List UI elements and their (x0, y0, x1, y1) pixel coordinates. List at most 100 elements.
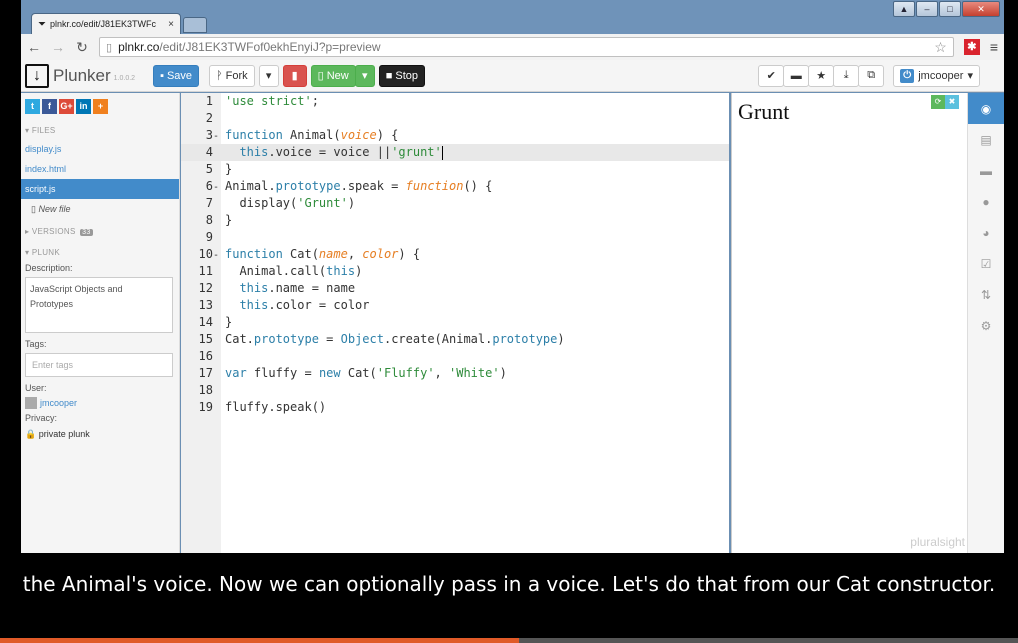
save-button[interactable]: ▪ Save (153, 64, 200, 87)
twitter-icon[interactable]: t (25, 99, 40, 114)
settings-gear-icon[interactable]: ⚙ (968, 310, 1004, 341)
plunker-logo[interactable]: ↓ Plunker 1.0.0.2 (25, 63, 135, 88)
user-profile-icon[interactable]: ▲ (893, 1, 915, 17)
preview-pane: Grunt ⟳ ✖ pluralsight (731, 93, 967, 553)
browser-menu-icon[interactable]: ≡ (990, 39, 998, 55)
code-line[interactable]: 14 } (181, 314, 729, 331)
code-line[interactable]: 15 Cat.prototype = Object.create(Animal.… (181, 331, 729, 348)
code-line[interactable]: 11 Animal.call(this) (181, 263, 729, 280)
avatar (25, 397, 37, 409)
checkbox-icon[interactable]: ☑ (968, 248, 1004, 279)
code-text: this.voice = voice ||'grunt' (239, 145, 443, 160)
fold-arrow-icon[interactable]: - (213, 247, 221, 264)
refresh-preview-icon[interactable]: ⟳ (931, 95, 945, 109)
code-line[interactable]: 13 this.color = color (181, 297, 729, 314)
code-line[interactable]: 3- function Animal(voice) { (181, 127, 729, 144)
description-textarea[interactable]: JavaScript Objects and Prototypes (25, 277, 173, 333)
toolbox-icon[interactable]: ▬ (968, 155, 1004, 186)
privacy-text: private plunk (38, 429, 90, 439)
facebook-icon[interactable]: f (42, 99, 57, 114)
tags-input[interactable]: Enter tags (25, 353, 173, 377)
check-icon[interactable]: ✔ (758, 64, 785, 87)
code-line[interactable]: 16 (181, 348, 729, 365)
new-dropdown-button[interactable]: ▾ (354, 64, 375, 87)
palette-icon[interactable]: ◕ (968, 217, 1004, 248)
linkedin-icon[interactable]: in (76, 99, 91, 114)
stop-button[interactable]: ■ Stop (378, 64, 426, 87)
power-icon: ⏻ (900, 68, 915, 83)
maximize-icon[interactable]: □ (939, 1, 961, 17)
plunker-favicon-icon: ⏷ (38, 18, 46, 30)
bookmark-star-icon[interactable]: ☆ (934, 39, 947, 56)
briefcase-icon[interactable]: ▬ (783, 64, 810, 87)
browser-window: ⏷ plnkr.co/edit/J81EK3TWFc × ▲ – □ ✕ ← →… (21, 0, 1004, 553)
versions-label: ▸ VERSIONS (25, 227, 76, 236)
tab-close-icon[interactable]: × (168, 19, 174, 30)
comments-icon[interactable]: ● (968, 186, 1004, 217)
code-line[interactable]: 2 (181, 110, 729, 127)
url-input[interactable]: ▯ plnkr.co /edit/J81EK3TWFof0ekhEnyiJ?p=… (99, 37, 954, 57)
add-share-icon[interactable]: + (93, 99, 108, 114)
code-text: Cat.prototype = Object.create(Animal.pro… (225, 332, 565, 346)
video-progress-bar[interactable] (0, 638, 1018, 643)
code-line[interactable]: 9 (181, 229, 729, 246)
forward-icon[interactable]: → (51, 39, 65, 55)
code-editor[interactable]: 1 'use strict'; 2 3- function Animal(voice… (181, 93, 729, 553)
code-line[interactable]: 17 var fluffy = new Cat('Fluffy', 'White… (181, 365, 729, 382)
fold-arrow-icon[interactable]: - (213, 179, 221, 196)
code-line[interactable]: 12 this.name = name (181, 280, 729, 297)
plunker-toolbar: ↓ Plunker 1.0.0.2 ▪ Save ᚹ Fork ▾ ▮ ▯ Ne… (21, 60, 1004, 92)
code-line[interactable]: 1 'use strict'; (181, 93, 729, 110)
code-line[interactable]: 8 } (181, 212, 729, 229)
expand-preview-icon[interactable]: ✖ (945, 95, 959, 109)
user-link[interactable]: jmcooper (21, 395, 179, 411)
versions-header[interactable]: ▸ VERSIONS 33 (21, 219, 179, 240)
caret-down-icon: ▾ (265, 70, 272, 82)
delete-button[interactable]: ▮ (282, 64, 307, 87)
user-menu-button[interactable]: ⏻ jmcooper ▾ (893, 64, 980, 87)
fold-arrow-icon[interactable]: - (213, 128, 221, 145)
file-index-html[interactable]: index.html (21, 159, 179, 179)
code-line[interactable]: 7 display('Grunt') (181, 195, 729, 212)
file-script-js[interactable]: script.js (21, 179, 179, 199)
plunk-header[interactable]: ▾ PLUNK (21, 240, 179, 261)
new-file-link[interactable]: ▯ New file (21, 199, 179, 219)
user-name: jmcooper (918, 69, 964, 82)
close-window-icon[interactable]: ✕ (962, 1, 1000, 17)
code-line[interactable]: 19 fluffy.speak() (181, 399, 729, 416)
googleplus-icon[interactable]: G+ (59, 99, 74, 114)
line-number: 8 (205, 213, 213, 227)
download-icon[interactable]: ⤓ (833, 64, 860, 87)
minimize-icon[interactable]: – (916, 1, 938, 17)
code-line[interactable]: 5 } (181, 161, 729, 178)
sync-icon[interactable]: ⇅ (968, 279, 1004, 310)
code-text: function Animal(voice) { (225, 128, 399, 142)
right-toolbar: ◉ ▤ ▬ ● ◕ ☑ ⇅ ⚙ (967, 93, 1004, 553)
line-number: 10 (198, 247, 213, 261)
fork-button[interactable]: ᚹ Fork (209, 64, 255, 87)
files-header[interactable]: ▾ FILES (21, 120, 179, 139)
external-link-icon[interactable]: ⧉ (858, 64, 885, 87)
line-number: 2 (205, 111, 213, 125)
back-icon[interactable]: ← (27, 39, 41, 55)
code-line[interactable]: 18 (181, 382, 729, 399)
preview-eye-icon[interactable]: ◉ (968, 93, 1004, 124)
fork-dropdown-button[interactable]: ▾ (258, 64, 279, 87)
star-icon[interactable]: ★ (808, 64, 835, 87)
code-line[interactable]: 6- Animal.prototype.speak = function() { (181, 178, 729, 195)
code-line[interactable]: 4 this.voice = voice ||'grunt' (181, 144, 729, 161)
book-icon[interactable]: ▤ (968, 124, 1004, 155)
pluralsight-watermark: pluralsight (910, 535, 965, 549)
code-line[interactable]: 10- function Cat(name, color) { (181, 246, 729, 263)
file-display-js[interactable]: display.js (21, 139, 179, 159)
user-link-name: jmcooper (40, 398, 78, 408)
new-button[interactable]: ▯ New (310, 64, 356, 87)
extension-icon[interactable]: ✱ (963, 39, 980, 55)
browser-tab[interactable]: ⏷ plnkr.co/edit/J81EK3TWFc × (31, 13, 181, 34)
new-tab-button[interactable] (183, 17, 207, 33)
reload-icon[interactable]: ↻ (75, 39, 89, 56)
